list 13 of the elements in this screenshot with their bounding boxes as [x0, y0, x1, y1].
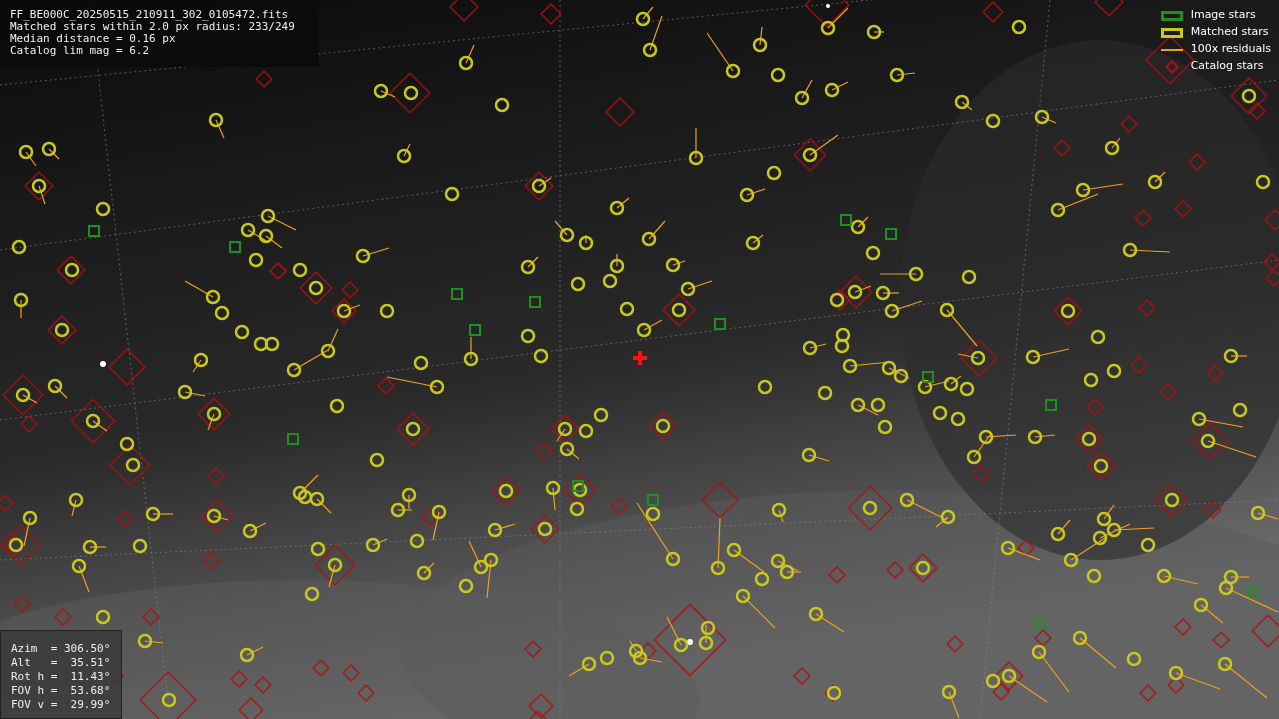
- legend-label: 100x residuals: [1190, 41, 1271, 58]
- pointing-text: FOV h = 53.68°: [11, 684, 112, 698]
- pointing-text: FOV v = 29.99°: [11, 698, 112, 712]
- pointing-text: Alt = 35.51°: [11, 656, 112, 670]
- pointing-text: Azim = 306.50°: [11, 642, 112, 656]
- info-text: Catalog lim mag = 6.2: [10, 45, 151, 57]
- legend-label: Image stars: [1190, 7, 1256, 24]
- legend-label: Catalog stars: [1190, 58, 1264, 75]
- info-text: Median distance = 0.16 px: [10, 33, 177, 45]
- info-text: Matched stars within 2.0 px radius: 233/249: [10, 21, 296, 33]
- legend-label: Matched stars: [1190, 24, 1269, 41]
- pointing-text: Rot h = 11.43°: [11, 670, 112, 684]
- info-text: FF_BE000C_20250515_210911_302_0105472.fits: [10, 9, 290, 21]
